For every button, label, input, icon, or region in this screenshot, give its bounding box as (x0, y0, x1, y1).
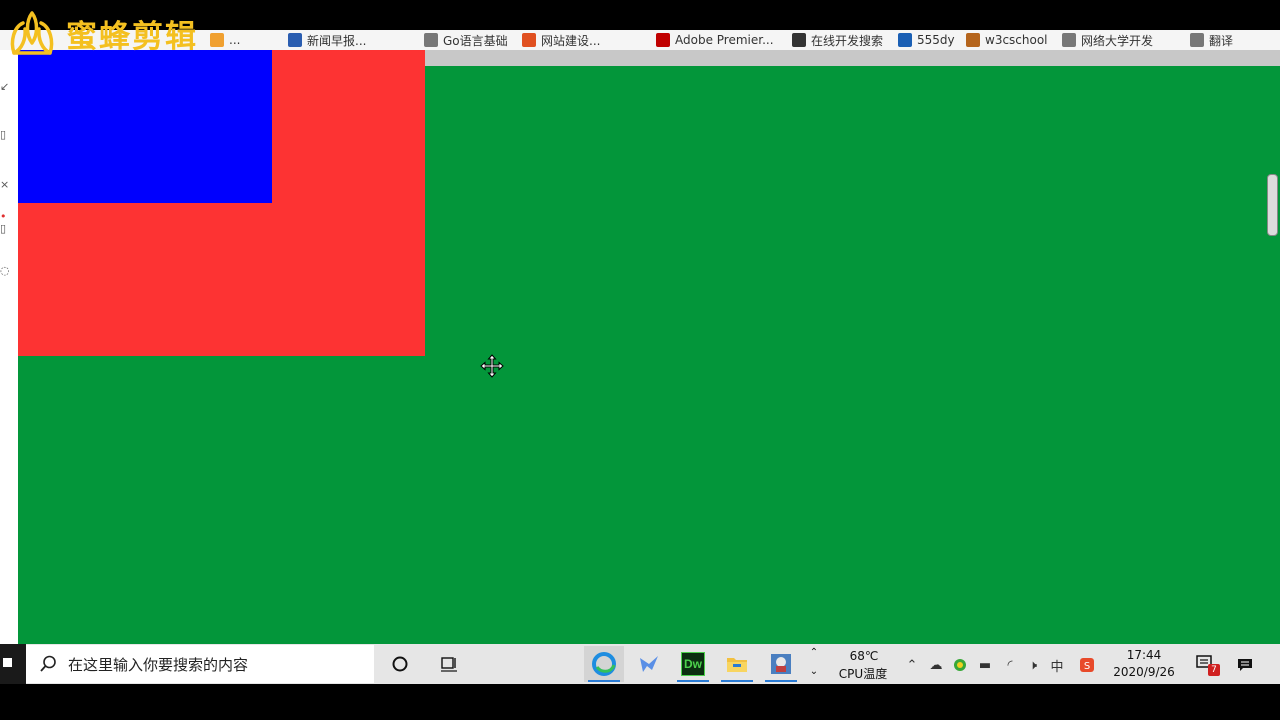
sogou-input-icon[interactable]: S (1078, 656, 1096, 674)
bookmark-label: ... (229, 33, 241, 47)
bookmark-item[interactable]: 网站建设... (522, 31, 600, 49)
browser-left-gutter: ↙ ▯ × • ▯ ◌ (0, 50, 18, 644)
taskbar-scroll-up[interactable]: ⌃ (808, 647, 820, 658)
bookmark-favicon-icon (898, 33, 912, 47)
gutter-icon-4[interactable]: ▯ (0, 222, 6, 235)
cpu-temperature: 68℃ (849, 649, 879, 663)
bookmark-label: Go语言基础 (443, 33, 508, 48)
wifi-icon[interactable]: ◜ (1001, 656, 1019, 674)
bookmark-item[interactable]: 在线开发搜索 (792, 31, 883, 49)
bookmark-label: 555dy (917, 33, 955, 47)
clock-date[interactable]: 2020/9/26 (1106, 665, 1182, 679)
bookmark-label: Adobe Premier... (675, 33, 774, 47)
open-app-indicator (765, 680, 797, 682)
volume-icon[interactable]: 🕨 (1024, 656, 1042, 674)
bookmark-item[interactable]: Go语言基础 (424, 31, 508, 49)
clock-time[interactable]: 17:44 (1110, 648, 1178, 662)
security-icon[interactable] (951, 656, 969, 674)
edge-app-button[interactable] (584, 646, 624, 682)
taskbar-search-box[interactable]: 在这里输入你要搜索的内容 (26, 645, 374, 683)
bookmark-favicon-icon (1062, 33, 1076, 47)
bookmark-favicon-icon (288, 33, 302, 47)
file-explorer-app-button[interactable] (717, 646, 757, 682)
feishu-app-button[interactable] (629, 646, 669, 682)
move-cursor-icon (480, 354, 504, 378)
bookmark-favicon-icon (656, 33, 670, 47)
bookmark-item[interactable]: 网络大学开发 (1062, 31, 1153, 49)
open-app-indicator (721, 680, 753, 682)
folder-icon (727, 658, 747, 672)
bookmark-label: w3cschool (985, 33, 1048, 47)
cpu-temperature-label: CPU温度 (838, 667, 888, 681)
task-view-icon (441, 657, 457, 672)
bookmark-favicon-icon (966, 33, 980, 47)
svg-text:S: S (1084, 661, 1090, 672)
game-app-icon (771, 654, 791, 674)
cortana-circle-icon (392, 656, 408, 672)
web-page-canvas (18, 50, 1280, 644)
search-placeholder: 在这里输入你要搜索的内容 (68, 655, 249, 674)
taskbar-scroll-down[interactable]: ⌄ (808, 666, 820, 677)
blue-box (18, 50, 272, 203)
gutter-icon-5[interactable]: ◌ (0, 264, 10, 277)
bookmark-item[interactable]: 新闻早报... (288, 31, 366, 49)
bookmark-label: 翻译 (1209, 33, 1234, 48)
gutter-icon-1[interactable]: ↙ (0, 80, 9, 93)
bookmark-favicon-icon (1190, 33, 1204, 47)
bookmark-item[interactable]: 翻译 (1190, 31, 1233, 49)
active-app-indicator (588, 680, 620, 682)
vertical-scrollbar-thumb[interactable] (1267, 174, 1278, 236)
bookmark-label: 在线开发搜索 (811, 33, 884, 48)
bookmark-favicon-icon (424, 33, 438, 47)
task-view-button[interactable] (434, 648, 464, 680)
bee-logo-icon (10, 11, 54, 55)
bookmark-item[interactable]: w3cschool (966, 31, 1048, 49)
search-icon (40, 655, 56, 672)
screen-bottom-letterbox (0, 684, 1280, 720)
open-app-indicator (677, 680, 709, 682)
notification-badge: 7 (1208, 664, 1220, 676)
start-button[interactable] (0, 644, 26, 684)
show-hidden-icons-chevron-icon[interactable]: ⌃ (903, 656, 921, 674)
windows-taskbar: 在这里输入你要搜索的内容 Dw ⌃ ⌄ 68℃ CPU温度 ⌃ ☁ ▬ ◜ 🕨 … (0, 644, 1280, 684)
cortana-button[interactable] (385, 648, 415, 680)
bookmark-label: 新闻早报... (307, 33, 367, 48)
feishu-app-icon (640, 656, 658, 672)
game-app-button[interactable] (761, 646, 801, 682)
dreamweaver-app-icon: Dw (681, 652, 705, 676)
edge-app-icon (592, 652, 616, 676)
action-center-icon[interactable] (1236, 656, 1254, 674)
cloud-icon[interactable]: ☁ (927, 656, 945, 674)
bookmark-label: 网站建设... (541, 33, 601, 48)
battery-icon[interactable]: ▬ (976, 656, 994, 674)
watermark-text: 蜜蜂剪辑 (66, 18, 198, 55)
notification-center-button[interactable]: 7 (1196, 654, 1220, 676)
watermark-logo: 蜜蜂剪辑 (6, 6, 198, 60)
bookmark-favicon-icon (522, 33, 536, 47)
dreamweaver-app-button[interactable]: Dw (673, 646, 713, 682)
gutter-icon-3[interactable]: × (0, 178, 9, 191)
bookmark-item[interactable]: ... (210, 31, 240, 49)
bookmark-label: 网络大学开发 (1081, 33, 1154, 48)
bookmark-favicon-icon (792, 33, 806, 47)
gutter-icon-2[interactable]: ▯ (0, 128, 6, 141)
bookmark-favicon-icon (210, 33, 224, 47)
bookmark-item[interactable]: 555dy (898, 31, 955, 49)
bookmark-item[interactable]: Adobe Premier... (656, 31, 774, 49)
ime-indicator[interactable]: 中 (1048, 656, 1066, 675)
windows-icon (3, 658, 12, 667)
